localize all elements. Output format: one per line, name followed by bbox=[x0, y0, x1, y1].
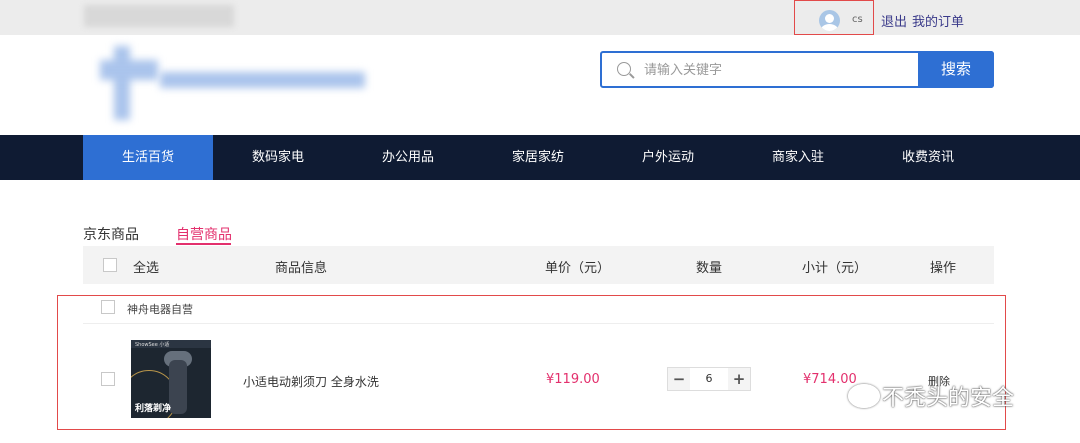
search-icon bbox=[617, 62, 631, 76]
search-button[interactable]: 搜索 bbox=[918, 51, 994, 88]
item-highlight-box bbox=[57, 295, 1006, 430]
nav-item-home-textile[interactable]: 家居家纺 bbox=[473, 135, 603, 180]
nav-item-digital[interactable]: 数码家电 bbox=[213, 135, 343, 180]
nav-item-daily-goods[interactable]: 生活百货 bbox=[83, 135, 213, 180]
avatar-icon[interactable] bbox=[819, 10, 840, 31]
top-bar: cs 退出 我的订单 bbox=[0, 0, 1080, 35]
header-product-info: 商品信息 bbox=[275, 261, 328, 276]
active-tab-underline bbox=[176, 243, 231, 245]
nav-item-merchant[interactable]: 商家入驻 bbox=[733, 135, 863, 180]
username[interactable]: cs bbox=[852, 14, 863, 25]
main-nav: 生活百货 数码家电 办公用品 家居家纺 户外运动 商家入驻 收费资讯 bbox=[0, 135, 1080, 180]
tab-jd-goods[interactable]: 京东商品 bbox=[83, 224, 139, 244]
wechat-icon bbox=[848, 384, 880, 408]
nav-item-office[interactable]: 办公用品 bbox=[343, 135, 473, 180]
search-input[interactable] bbox=[642, 55, 916, 86]
header-quantity: 数量 bbox=[696, 261, 723, 276]
user-highlight-box: cs bbox=[794, 0, 874, 35]
select-all-checkbox[interactable] bbox=[103, 258, 117, 272]
logout-link[interactable]: 退出 bbox=[881, 11, 907, 30]
header-unit-price: 单价（元） bbox=[545, 261, 611, 276]
nav-item-paid-info[interactable]: 收费资讯 bbox=[863, 135, 993, 180]
header-select-all: 全选 bbox=[133, 261, 160, 276]
my-orders-link[interactable]: 我的订单 bbox=[912, 11, 964, 30]
cart-table-header: 全选 商品信息 单价（元） 数量 小计（元） 操作 bbox=[83, 246, 994, 284]
header-actions: 操作 bbox=[930, 261, 957, 276]
tab-self-operated[interactable]: 自营商品 bbox=[176, 224, 232, 244]
blurred-top-text bbox=[84, 5, 234, 27]
nav-item-outdoor[interactable]: 户外运动 bbox=[603, 135, 733, 180]
header-subtotal: 小计（元） bbox=[802, 261, 868, 276]
watermark-text: 不秃头的安全 bbox=[882, 386, 1015, 411]
